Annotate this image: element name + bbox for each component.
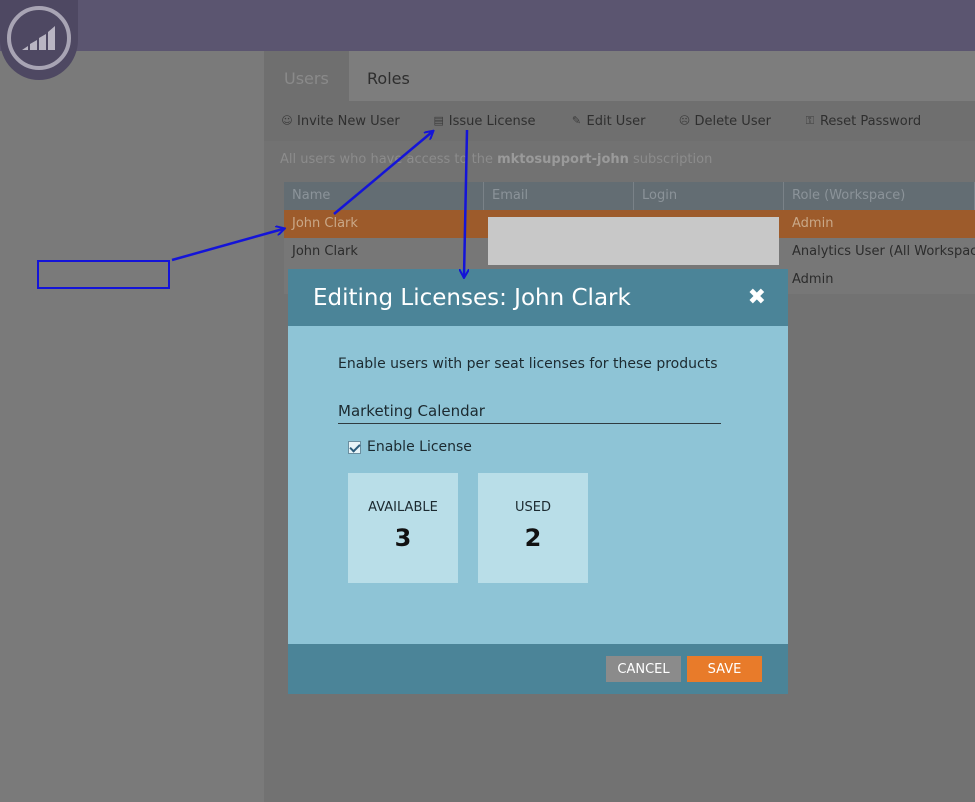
users-toolbar: ☺ Invite New User ▤ Issue License ✎ Edit Us…: [264, 101, 975, 141]
marketo-logo-icon[interactable]: [0, 0, 78, 80]
enable-license-checkbox[interactable]: Enable License: [348, 439, 472, 455]
product-name: Marketing Calendar: [338, 402, 721, 424]
invite-new-user-button[interactable]: ☺ Invite New User: [280, 114, 399, 129]
tab-users[interactable]: Users: [264, 51, 349, 101]
edit-user-icon: ✎: [571, 114, 582, 127]
dialog-footer: CANCEL SAVE: [288, 644, 788, 694]
reset-password-button[interactable]: ⚿ Reset Password: [803, 114, 921, 129]
edit-user-button[interactable]: ✎ Edit User: [570, 114, 646, 129]
annotation-highlight-box: [37, 260, 170, 289]
column-header-login[interactable]: Login: [634, 182, 784, 210]
dialog-header: Editing Licenses: John Clark ✖: [288, 269, 788, 326]
save-button[interactable]: SAVE: [687, 656, 762, 682]
used-licenses-card: USED 2: [478, 473, 588, 583]
dialog-title: Editing Licenses: John Clark: [313, 284, 631, 311]
invite-user-icon: ☺: [281, 114, 293, 127]
column-header-role[interactable]: Role (Workspace): [784, 182, 975, 210]
delete-user-icon: ☹: [678, 114, 691, 127]
tab-roles[interactable]: Roles: [347, 51, 430, 101]
admin-sidebar: [0, 51, 264, 802]
delete-user-button[interactable]: ☹ Delete User: [677, 114, 771, 129]
issue-license-button[interactable]: ▤ Issue License: [432, 114, 536, 129]
used-count: 2: [524, 524, 542, 552]
subscription-info: All users who have access to the mktosup…: [280, 152, 713, 167]
grid-header: Name Email Login Role (Workspace): [284, 182, 975, 210]
subscription-name: mktosupport-john: [497, 152, 629, 167]
tab-bar: Users Roles: [264, 51, 975, 101]
dialog-intro-text: Enable users with per seat licenses for …: [338, 356, 718, 372]
available-count: 3: [394, 524, 412, 552]
license-icon: ▤: [433, 114, 444, 127]
used-label: USED: [515, 500, 551, 515]
column-header-email[interactable]: Email: [484, 182, 634, 210]
checkbox-checked-icon[interactable]: [348, 440, 361, 454]
top-bar: [0, 0, 975, 51]
editing-licenses-dialog: Editing Licenses: John Clark ✖ Enable us…: [288, 269, 788, 694]
available-licenses-card: AVAILABLE 3: [348, 473, 458, 583]
close-icon[interactable]: ✖: [748, 285, 766, 310]
enable-license-label: Enable License: [367, 439, 472, 455]
column-header-name[interactable]: Name: [284, 182, 484, 210]
cancel-button[interactable]: CANCEL: [606, 656, 681, 682]
available-label: AVAILABLE: [368, 500, 438, 515]
reset-password-icon: ⚿: [805, 114, 815, 127]
redacted-area: [488, 217, 779, 265]
